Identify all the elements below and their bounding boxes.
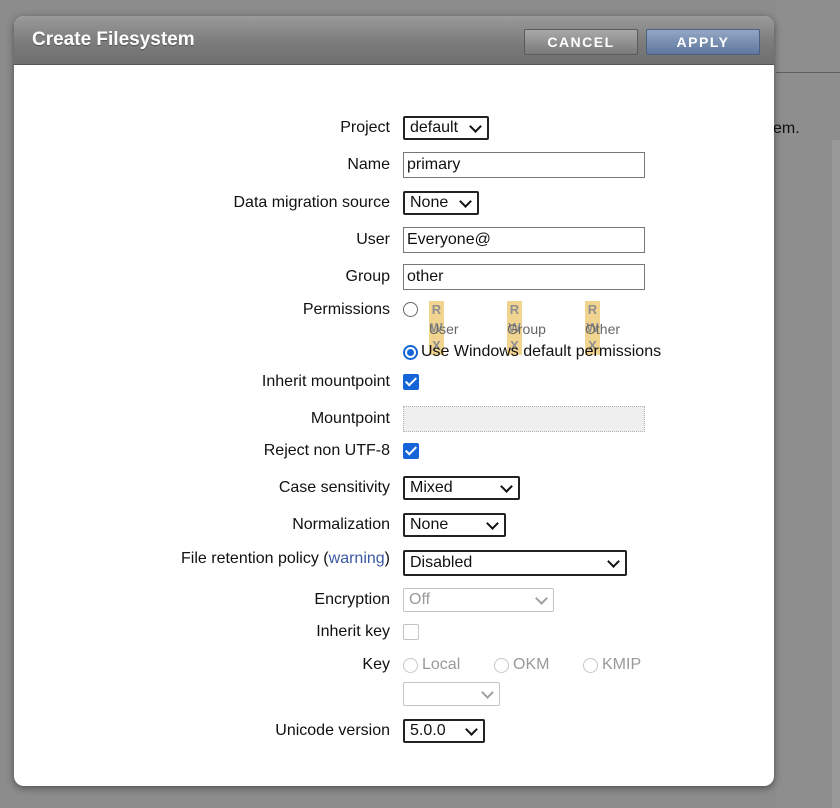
normalization-label: Normalization [292,516,390,533]
chevron-down-icon [607,554,620,568]
dialog-titlebar: Create Filesystem CANCEL APPLY [14,16,774,65]
chevron-down-icon [486,516,499,530]
encryption-value: Off [409,591,431,608]
key-option-okm[interactable]: OKM [494,656,549,674]
project-value: default [410,119,459,136]
key-option-kmip[interactable]: KMIP [583,656,641,674]
permissions-label: Permissions [302,301,390,318]
inherit-key-label: Inherit key [316,623,390,640]
mountpoint-label: Mountpoint [310,410,390,427]
user-label: User [356,231,390,248]
windows-default-label: Use Windows default permissions [421,343,662,360]
chevron-down-icon [535,591,548,605]
file-retention-value: Disabled [410,554,473,571]
chevron-down-icon [465,722,478,736]
perm-group-name: Group [507,321,546,337]
unicode-version-label: Unicode version [275,722,390,739]
inherit-mountpoint-label: Inherit mountpoint [261,373,390,390]
group-label: Group [345,268,390,285]
group-input[interactable]: other [403,264,645,290]
reject-utf8-label: Reject non UTF-8 [263,442,390,459]
cancel-button[interactable]: CANCEL [524,29,638,55]
filesystem-form: Project default Name primary Data migrat… [14,64,774,786]
mountpoint-input[interactable] [403,406,645,432]
data-migration-value: None [410,194,449,211]
data-migration-label: Data migration source [233,194,390,211]
background-edge [832,140,840,808]
reject-utf8-checkbox[interactable] [403,443,419,459]
inherit-mountpoint-row: Inherit mountpoint [14,373,774,390]
create-filesystem-dialog: Create Filesystem CANCEL APPLY Project d… [14,16,774,786]
encryption-label: Encryption [314,591,390,608]
case-sensitivity-label: Case sensitivity [278,479,390,496]
file-retention-label-text: File retention policy [181,550,319,567]
case-sensitivity-value: Mixed [410,479,453,496]
inherit-mountpoint-checkbox[interactable] [403,374,419,390]
project-select[interactable]: default [403,116,489,140]
perm-group-name: Other [585,321,621,337]
key-okm-label: OKM [513,656,550,673]
project-label: Project [340,119,390,136]
normalization-select[interactable]: None [403,513,506,537]
chevron-down-icon [469,119,482,133]
chevron-down-icon [500,479,513,493]
inherit-key-row: Inherit key [14,623,774,640]
file-retention-select[interactable]: Disabled [403,550,627,576]
dialog-title: Create Filesystem [32,29,195,50]
key-row: Key Local OKM KMIP [14,656,774,708]
perm-read-toggle[interactable]: R [507,301,522,319]
perm-group-name: User [429,321,459,337]
key-kmip-label: KMIP [602,656,642,673]
windows-default-radio[interactable] [403,344,418,360]
chevron-down-icon [481,685,494,699]
normalization-value: None [410,516,449,533]
file-retention-label: File retention policy (warning) [181,550,390,567]
key-local-radio[interactable] [403,657,418,673]
custom-permissions-radio[interactable] [403,302,418,317]
windows-default-option[interactable]: Use Windows default permissions [403,343,661,361]
perm-read-toggle[interactable]: R [585,301,600,319]
key-control: Local OKM KMIP [403,656,703,708]
user-input[interactable]: Everyone@ [403,227,645,253]
key-select[interactable] [403,682,500,706]
key-label: Key [362,656,390,673]
background-partial-text: em. [773,120,800,137]
permissions-control: RWX User RWX Group RWX Other Use Windows… [403,301,743,363]
warning-link[interactable]: warning [329,550,385,567]
key-kmip-radio[interactable] [583,657,598,673]
chevron-down-icon [459,194,472,208]
name-label: Name [347,156,390,173]
unicode-version-value: 5.0.0 [410,722,446,739]
unicode-version-select[interactable]: 5.0.0 [403,719,485,743]
encryption-select[interactable]: Off [403,588,554,612]
data-migration-select[interactable]: None [403,191,479,215]
key-local-label: Local [422,656,461,673]
reject-utf8-row: Reject non UTF-8 [14,442,774,459]
case-sensitivity-select[interactable]: Mixed [403,476,520,500]
background-divider [776,72,840,73]
key-okm-radio[interactable] [494,657,509,673]
permissions-row: Permissions RWX User RWX Group RWX Other… [14,301,774,363]
perm-read-toggle[interactable]: R [429,301,444,319]
name-input[interactable]: primary [403,152,645,178]
key-option-local[interactable]: Local [403,656,460,674]
inherit-key-checkbox[interactable] [403,624,419,640]
apply-button[interactable]: APPLY [646,29,760,55]
